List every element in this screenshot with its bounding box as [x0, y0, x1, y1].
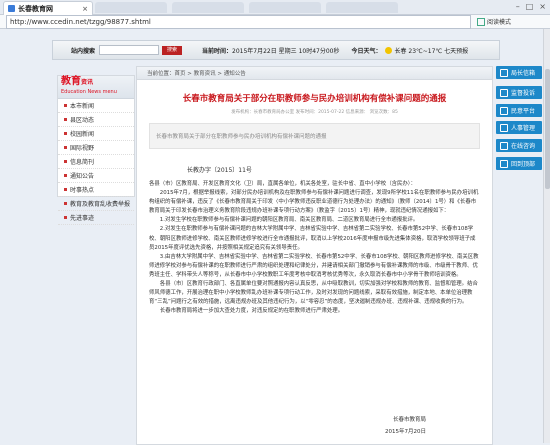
bullet-icon [64, 188, 67, 191]
article-paragraph: 2.对发生在职教师参与有偿补课问题的吉林大学附属中学、吉林省实验中学、吉林省第二… [149, 226, 476, 251]
bullet-icon [64, 160, 67, 163]
time-value: 2015年7月22日 星期三 10时47分00秒 [232, 47, 340, 55]
site-search-button[interactable]: 搜索 [162, 45, 183, 55]
bullet-icon [64, 132, 67, 135]
left-nav-item-label: 本市新闻 [70, 103, 95, 110]
article-paragraph: 长春市教育局将进一步加大查处力度，对违反规定的在职教师进行严肃处理。 [159, 308, 344, 315]
browser-tab[interactable]: 长春教育网 × [3, 1, 93, 15]
bullet-icon [64, 104, 67, 107]
left-nav-item[interactable]: 信息简刊 [58, 155, 134, 169]
page-scrollbar[interactable] [543, 29, 550, 443]
article-paragraph: 各县（市）区教育行政部门、各直属单位要对照通报内容认真反思，从中吸取教训，切实加… [149, 281, 478, 306]
signature-date: 2015年7月20日 [385, 429, 426, 435]
reader-mode-button[interactable]: 阅读模式 [477, 17, 511, 26]
side-button-icon [500, 88, 508, 97]
article-body: 各县（市）区教育局、开发区教育文化（卫）局，直属各单位，机关各处室，驻长中省、直… [149, 180, 480, 316]
side-button[interactable]: 局长信箱 [496, 66, 542, 79]
left-nav-item[interactable]: 时事热点 [58, 183, 134, 197]
article-paragraph: 各县（市）区教育局、开发区教育文化（卫）局，直属各单位，机关各处室，驻长中省、直… [149, 181, 416, 187]
side-button[interactable]: 民意平台 [496, 104, 542, 117]
left-nav-item[interactable]: 县区动态 [58, 113, 134, 127]
close-window-icon[interactable]: × [539, 2, 546, 11]
document-number: 长教办字〔2015〕11号 [187, 167, 252, 174]
side-button-icon [500, 106, 508, 115]
browser-tab-blurred[interactable] [326, 2, 398, 13]
left-nav-item[interactable]: 教育及教育乱收费举报 [58, 197, 134, 211]
side-button-label: 在线咨询 [511, 143, 536, 150]
bullet-icon [64, 216, 67, 219]
left-nav-item[interactable]: 通知公告 [58, 169, 134, 183]
left-nav-item[interactable]: 校园新闻 [58, 127, 134, 141]
reader-icon [477, 17, 485, 26]
left-nav-item-label: 国际视野 [70, 145, 95, 152]
article-paragraph: 2015年7月，根据举报线索，对部分民办培训机构及在职教师参与有偿补课问题进行调… [149, 190, 479, 215]
bullet-icon [64, 174, 67, 177]
maximize-icon[interactable]: □ [526, 2, 534, 11]
left-nav-item-label: 通知公告 [70, 173, 95, 180]
side-button[interactable]: 监督投诉 [496, 86, 542, 99]
left-nav-item[interactable]: 本市新闻 [58, 99, 134, 113]
side-button-label: 人事管理 [511, 125, 536, 132]
browser-tab-blurred[interactable] [249, 2, 321, 13]
bullet-icon [64, 146, 67, 149]
left-nav: 教育资讯 Education News menu 本市新闻县区动态校园新闻国际视… [57, 75, 135, 225]
browser-titlebar: 长春教育网 × – □ × [0, 0, 550, 15]
bullet-icon [64, 202, 67, 205]
side-button-label: 民意平台 [511, 108, 536, 115]
window-controls: – □ × [516, 2, 546, 11]
current-time: 当前时间：2015年7月22日 星期三 10时47分00秒 [202, 46, 339, 55]
article-paragraph: 3.由吉林大学附属中学、吉林省实验中学、吉林省第二实验学校、长春市第52中学、长… [149, 253, 479, 278]
site-header: 站内搜索 搜索 当前时间：2015年7月22日 星期三 10时47分00秒 今日… [52, 40, 500, 60]
weather: 今日天气： 长春 23℃~17℃ 七天预报 [351, 46, 468, 55]
article-summary: 长春市教育局关于部分在职教师参与民办培训机构有偿补课问题的通报 [149, 123, 480, 149]
left-nav-item[interactable]: 国际视野 [58, 141, 134, 155]
search-label: 站内搜索 [71, 47, 96, 55]
left-nav-item-label: 先进事迹 [70, 215, 95, 222]
left-nav-title: 教育资讯 [61, 76, 94, 87]
url-input[interactable] [6, 14, 471, 29]
side-button[interactable]: 在线咨询 [496, 139, 542, 152]
site-search-input[interactable] [99, 45, 160, 55]
sun-icon [384, 46, 392, 54]
side-button-icon [500, 141, 508, 150]
favicon-icon [8, 5, 15, 12]
address-bar-row: 阅读模式 [0, 14, 550, 29]
article-title: 长春市教育局关于部分在职教师参与民办培训机构有偿补课问题的通报 [182, 94, 447, 104]
browser-tab-blurred[interactable] [172, 2, 244, 13]
side-button-label: 回到顶部 [511, 161, 536, 168]
breadcrumb[interactable]: 当前位置：首页 > 教育资讯 > 通知公告 [137, 67, 492, 80]
article-panel: 当前位置：首页 > 教育资讯 > 通知公告 长春市教育局关于部分在职教师参与民办… [136, 66, 493, 445]
side-button[interactable]: 回到顶部 [496, 157, 542, 170]
left-nav-item-label: 教育及教育乱收费举报 [70, 201, 131, 208]
left-nav-item-label: 县区动态 [70, 117, 95, 124]
side-button-icon [500, 159, 508, 168]
left-nav-header: 教育资讯 Education News menu [58, 76, 134, 99]
weather-value[interactable]: 长春 23℃~17℃ 七天预报 [395, 46, 469, 55]
side-button-icon [500, 68, 508, 77]
left-nav-item-label: 时事热点 [70, 187, 95, 194]
article-paragraph: 1.对发生学校在职教师参与有偿补课问题的朝阳区教育局、南关区教育局、二道区教育局… [159, 217, 419, 224]
tab-title: 长春教育网 [18, 4, 53, 13]
tab-close-icon[interactable]: × [82, 5, 88, 13]
side-button[interactable]: 人事管理 [496, 121, 542, 134]
side-button-label: 监督投诉 [511, 90, 536, 97]
scrollbar-thumb[interactable] [545, 69, 550, 189]
left-nav-item[interactable]: 先进事迹 [58, 211, 134, 225]
browser-tab-blurred[interactable] [95, 2, 167, 13]
signature-org: 长春市教育局 [392, 417, 426, 423]
minimize-icon[interactable]: – [516, 2, 520, 11]
side-button-label: 局长信箱 [511, 70, 536, 77]
left-nav-subtitle: Education News menu [61, 89, 117, 95]
reader-label: 阅读模式 [487, 19, 512, 26]
weather-label: 今日天气： [351, 47, 382, 55]
left-nav-item-label: 信息简刊 [70, 159, 95, 166]
left-nav-item-label: 校园新闻 [70, 131, 95, 138]
article-meta: 发布机构：长春市教育局办公室 发布时间：2015-07-22 信息来源： 浏览次… [231, 110, 398, 115]
time-label: 当前时间： [202, 47, 233, 55]
bullet-icon [64, 118, 67, 121]
side-button-icon [500, 123, 508, 132]
